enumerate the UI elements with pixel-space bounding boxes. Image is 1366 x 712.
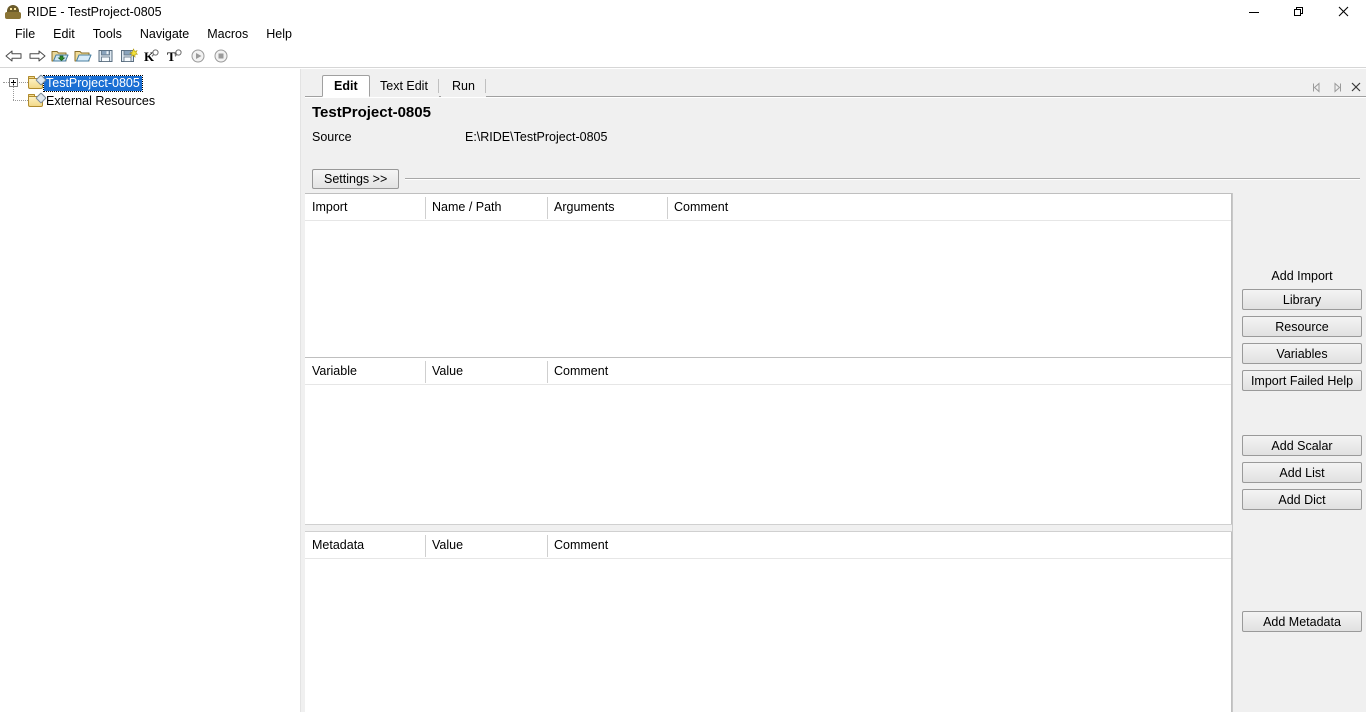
project-tree[interactable]: TestProject-0805 External Resources [0, 69, 300, 712]
search-tests-icon[interactable]: T [164, 45, 186, 67]
restore-button[interactable] [1276, 0, 1321, 23]
folder-icon [28, 92, 47, 108]
source-value: E:\RIDE\TestProject-0805 [465, 130, 608, 144]
settings-divider [405, 178, 1360, 180]
title-bar: RIDE - TestProject-0805 [0, 0, 1366, 23]
grid-splitter[interactable] [305, 524, 1232, 532]
column-header-variable: Variable [312, 364, 357, 378]
column-header-comment: Comment [674, 200, 729, 214]
menu-bar: File Edit Tools Navigate Macros Help [0, 23, 1366, 44]
column-header-name-path: Name / Path [432, 200, 502, 214]
variable-grid-body[interactable] [305, 385, 1231, 532]
menu-item-tools[interactable]: Tools [84, 25, 131, 43]
save-icon[interactable] [95, 45, 117, 67]
tab-next-button[interactable] [1328, 78, 1345, 96]
import-grid-header: Import Name / Path Arguments Comment [305, 194, 1231, 221]
close-button[interactable] [1321, 0, 1366, 23]
add-resource-button[interactable]: Resource [1242, 316, 1362, 337]
tree-item-label: External Resources [46, 93, 156, 108]
tree-item-testproject[interactable]: TestProject-0805 [0, 74, 300, 92]
metadata-grid[interactable]: Metadata Value Comment [305, 532, 1232, 712]
add-library-button[interactable]: Library [1242, 289, 1362, 310]
add-scalar-button[interactable]: Add Scalar [1242, 435, 1362, 456]
tab-close-button[interactable] [1347, 78, 1364, 96]
save-all-icon[interactable] [118, 45, 140, 67]
page-title: TestProject-0805 [312, 104, 431, 121]
menu-item-file[interactable]: File [6, 25, 44, 43]
tab-prev-button[interactable] [1309, 78, 1326, 96]
column-header-value: Value [432, 538, 464, 552]
open-directory-icon[interactable] [49, 45, 71, 67]
menu-item-help[interactable]: Help [257, 25, 301, 43]
minimize-button[interactable] [1231, 0, 1276, 23]
menu-item-navigate[interactable]: Navigate [131, 25, 198, 43]
tab-run[interactable]: Run [441, 75, 486, 97]
project-folder-icon [28, 74, 47, 90]
tab-bar: Edit Text Edit Run [305, 75, 1366, 97]
column-header-arguments: Arguments [554, 200, 615, 214]
add-dict-button[interactable]: Add Dict [1242, 489, 1362, 510]
column-header-comment: Comment [554, 538, 609, 552]
import-grid-body[interactable] [305, 221, 1231, 357]
tree-item-label: TestProject-0805 [43, 74, 143, 92]
window-title: RIDE - TestProject-0805 [27, 4, 162, 19]
editor-area: Edit Text Edit Run TestProject-0805 Sour… [305, 69, 1366, 712]
project-info-band: TestProject-0805 Source E:\RIDE\TestProj… [305, 97, 1366, 165]
menu-item-edit[interactable]: Edit [44, 25, 84, 43]
variable-grid[interactable]: Variable Value Comment [305, 357, 1232, 532]
robot-icon [5, 4, 21, 20]
tab-text-edit[interactable]: Text Edit [369, 75, 439, 97]
variable-grid-header: Variable Value Comment [305, 358, 1231, 385]
import-failed-help-button[interactable]: Import Failed Help [1242, 370, 1362, 391]
column-header-value: Value [432, 364, 464, 378]
metadata-grid-header: Metadata Value Comment [305, 532, 1231, 559]
add-variables-button[interactable]: Variables [1242, 343, 1362, 364]
run-icon[interactable] [187, 45, 209, 67]
forward-arrow-icon[interactable] [26, 45, 48, 67]
tab-edit[interactable]: Edit [322, 75, 370, 97]
settings-toggle-button[interactable]: Settings >> [312, 169, 400, 189]
tab-label: Edit [334, 79, 358, 93]
stop-icon[interactable] [210, 45, 232, 67]
column-header-comment: Comment [554, 364, 609, 378]
window-controls [1231, 0, 1366, 23]
import-grid[interactable]: Import Name / Path Arguments Comment [305, 193, 1232, 357]
tab-label: Text Edit [380, 79, 428, 93]
settings-row: Settings >> [305, 167, 1366, 193]
tree-item-external-resources[interactable]: External Resources [0, 83, 300, 110]
tab-navigation [1309, 77, 1364, 97]
column-header-metadata: Metadata [312, 538, 365, 552]
column-header-import: Import [312, 200, 348, 214]
search-keyword-icon[interactable]: K [141, 45, 163, 67]
menu-item-macros[interactable]: Macros [198, 25, 257, 43]
toolbar: K T [0, 44, 1366, 68]
svg-text:T: T [167, 49, 176, 64]
tab-label: Run [452, 79, 475, 93]
add-list-button[interactable]: Add List [1242, 462, 1362, 483]
side-button-panel: Add Import Library Resource Variables Im… [1238, 193, 1366, 712]
back-arrow-icon[interactable] [3, 45, 25, 67]
add-import-label: Add Import [1271, 269, 1333, 283]
add-metadata-button[interactable]: Add Metadata [1242, 611, 1362, 632]
source-label: Source [312, 130, 352, 144]
open-file-icon[interactable] [72, 45, 94, 67]
metadata-grid-body[interactable] [305, 559, 1231, 711]
